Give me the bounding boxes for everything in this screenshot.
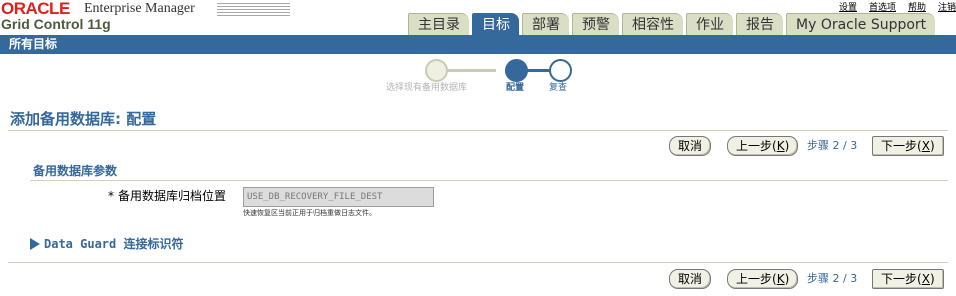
tab-deployments[interactable]: 部署 bbox=[522, 13, 569, 35]
train-stop-review bbox=[549, 59, 572, 82]
section-divider bbox=[30, 180, 948, 181]
all-targets-link[interactable]: 所有目标 bbox=[9, 37, 57, 52]
cancel-button-top[interactable]: 取消 bbox=[669, 136, 712, 156]
archive-location-field[interactable]: USE_DB_RECOVERY_FILE_DEST bbox=[243, 187, 434, 207]
train-label-select-standby[interactable]: 选择现有备用数据库 bbox=[386, 82, 467, 94]
tab-reports[interactable]: 报告 bbox=[736, 13, 783, 35]
train-stop-configure bbox=[505, 59, 528, 82]
tab-compliance[interactable]: 相容性 bbox=[622, 13, 683, 35]
tab-jobs[interactable]: 作业 bbox=[686, 13, 733, 35]
title-divider bbox=[8, 130, 948, 131]
main-tabs: 主目录 目标 部署 预警 相容性 作业 报告 My Oracle Support bbox=[408, 13, 938, 35]
back-button-bottom[interactable]: 上一步(K) bbox=[727, 269, 799, 289]
required-mark: * bbox=[108, 189, 114, 203]
next-button-bottom[interactable]: 下一步(X) bbox=[872, 269, 944, 289]
disclosure-label[interactable]: Data Guard 连接标识符 bbox=[44, 236, 183, 252]
page-title: 添加备用数据库: 配置 bbox=[10, 110, 157, 128]
oracle-logo: ORACLE bbox=[1, 0, 70, 18]
wizard-train: 选择现有备用数据库 配置 复查 bbox=[380, 58, 600, 98]
sub-navigation-bar: 所有目标 bbox=[0, 35, 956, 54]
train-label-configure: 配置 bbox=[506, 83, 525, 93]
step-indicator-top: 步骤 2 / 3 bbox=[807, 139, 858, 152]
logout-link[interactable]: 注销 bbox=[938, 3, 956, 14]
product-subtitle: Grid Control 11g bbox=[1, 16, 111, 32]
back-button-top[interactable]: 上一步(K) bbox=[727, 136, 799, 156]
next-button-top[interactable]: 下一步(X) bbox=[872, 136, 944, 156]
tab-my-oracle-support[interactable]: My Oracle Support bbox=[786, 13, 936, 35]
train-stop-select-standby[interactable] bbox=[425, 59, 448, 82]
product-name: Enterprise Manager bbox=[84, 1, 195, 16]
bottom-divider bbox=[8, 262, 948, 263]
tab-alerts[interactable]: 预警 bbox=[572, 13, 619, 35]
archive-location-hint: 快速恢复区当前正用于归档重做日志文件。 bbox=[243, 209, 376, 217]
section-title-standby-params: 备用数据库参数 bbox=[33, 164, 118, 178]
tab-targets[interactable]: 目标 bbox=[472, 13, 519, 35]
data-guard-connect-disclosure[interactable]: Data Guard 连接标识符 bbox=[30, 236, 183, 252]
brand-area: ORACLE Enterprise Manager Grid Control 1… bbox=[0, 0, 400, 34]
archive-location-label: * 备用数据库归档位置 bbox=[108, 189, 227, 203]
disclosure-triangle-icon[interactable] bbox=[30, 238, 40, 250]
cancel-button-bottom[interactable]: 取消 bbox=[669, 269, 712, 289]
brand-stripes bbox=[217, 3, 290, 17]
train-label-review: 复查 bbox=[549, 83, 568, 93]
step-indicator-bottom: 步骤 2 / 3 bbox=[807, 272, 858, 285]
tab-home[interactable]: 主目录 bbox=[408, 13, 469, 35]
